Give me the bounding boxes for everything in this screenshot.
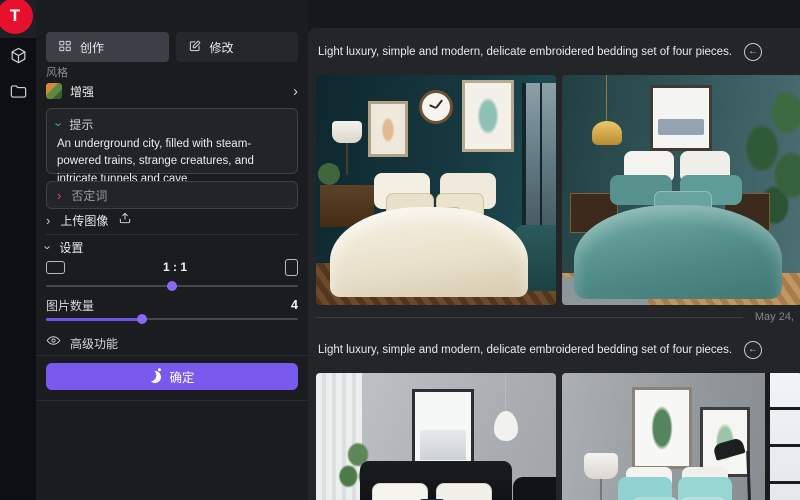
edit-icon: [188, 39, 202, 56]
settings-label: 设置: [59, 239, 83, 256]
slider-knob[interactable]: [137, 314, 147, 324]
style-section-label: 风格: [46, 64, 298, 80]
settings-header[interactable]: › 设置: [46, 238, 298, 256]
tab-create-label: 创作: [80, 39, 104, 56]
pendant-lamp: [494, 411, 518, 441]
confirm-button[interactable]: 确定: [46, 363, 298, 390]
chevron-down-icon: ›: [42, 245, 55, 249]
window: [765, 373, 800, 500]
tab-edit[interactable]: 修改: [176, 32, 299, 62]
wall-clock: [419, 90, 453, 124]
advanced-features-toggle[interactable]: 高级功能: [46, 334, 298, 352]
window: [522, 83, 556, 233]
sidebar-item-models[interactable]: [0, 44, 36, 72]
aspect-ratio-value: 1 : 1: [65, 260, 285, 274]
chevron-right-icon: ›: [46, 214, 50, 227]
landscape-ratio-icon[interactable]: [46, 261, 65, 274]
generation-panel: 创作 修改 风格 增强 › › 提示 An underground city, …: [36, 0, 308, 500]
portrait-ratio-icon[interactable]: [285, 259, 298, 276]
slider-knob[interactable]: [167, 281, 177, 291]
prompt-label: 提示: [69, 116, 93, 133]
divider: [36, 400, 308, 401]
results-pane: Light luxury, simple and modern, delicat…: [308, 28, 800, 500]
left-rail: T: [0, 0, 36, 500]
generation-group-header: Light luxury, simple and modern, delicat…: [318, 41, 762, 63]
upload-icon[interactable]: [118, 211, 132, 230]
generated-image[interactable]: [316, 75, 556, 305]
chevron-right-icon: ›: [57, 189, 61, 202]
image-count-label: 图片数量: [46, 297, 94, 314]
pendant-lamp: [592, 121, 622, 145]
sidebar-item-files[interactable]: [0, 80, 36, 108]
generation-group-header: Light luxury, simple and modern, delicat…: [318, 339, 762, 361]
slider-fill: [46, 318, 142, 321]
generation-prompt: Light luxury, simple and modern, delicat…: [318, 344, 732, 356]
table-lamp: [332, 121, 362, 143]
date-label: May 24,: [755, 311, 794, 323]
bed-pillow: [436, 483, 492, 500]
image-count-value: 4: [291, 298, 298, 312]
aspect-ratio-row: 1 : 1: [46, 258, 298, 276]
art-frame: [368, 101, 408, 157]
upload-label: 上传图像: [60, 212, 108, 229]
negative-prompt-toggle[interactable]: › 否定词: [46, 181, 298, 209]
generation-prompt: Light luxury, simple and modern, delicat…: [318, 46, 732, 58]
art-frame: [650, 85, 712, 151]
art-frame: [632, 387, 692, 469]
art-frame: [412, 389, 474, 469]
back-arrow-icon[interactable]: ←: [744, 341, 762, 359]
table-lamp: [584, 453, 618, 479]
image-count-row: 图片数量 4: [46, 297, 298, 313]
mode-tabs: 创作 修改: [46, 32, 298, 62]
style-thumbnail: [46, 83, 62, 99]
prompt-input[interactable]: › 提示 An underground city, filled with st…: [46, 108, 298, 174]
divider: [316, 317, 743, 318]
folder-icon: [9, 82, 28, 106]
image-grid: [316, 373, 800, 500]
tab-edit-label: 修改: [210, 39, 234, 56]
bed-duvet: [574, 205, 782, 299]
divider: [36, 355, 308, 356]
date-separator: May 24,: [316, 311, 796, 323]
image-grid: [316, 75, 800, 305]
chevron-down-icon: ›: [53, 122, 66, 126]
chevron-right-icon: ›: [293, 84, 298, 99]
plant: [318, 163, 340, 185]
tab-create[interactable]: 创作: [46, 32, 169, 62]
art-frame: [462, 80, 514, 152]
back-arrow-icon[interactable]: ←: [744, 43, 762, 61]
advanced-label: 高级功能: [70, 335, 118, 352]
generated-image[interactable]: [562, 75, 800, 305]
negative-label: 否定词: [71, 187, 107, 204]
bed-pillow: [372, 483, 428, 500]
image-count-slider[interactable]: [46, 314, 298, 324]
style-selector[interactable]: 增强 ›: [46, 80, 298, 102]
upload-image-toggle[interactable]: › 上传图像: [46, 206, 298, 235]
moon-icon: [148, 369, 163, 384]
generated-image[interactable]: [562, 373, 800, 500]
generated-image[interactable]: [316, 373, 556, 500]
confirm-label: 确定: [169, 367, 194, 386]
style-value: 增强: [70, 83, 94, 100]
bed-duvet: [330, 207, 528, 297]
eye-icon: [46, 333, 61, 353]
grid-icon: [58, 39, 72, 56]
prompt-text: An underground city, filled with steam-p…: [57, 136, 287, 188]
cube-icon: [9, 46, 28, 70]
aspect-ratio-slider[interactable]: [46, 281, 298, 291]
armchair: [513, 477, 556, 500]
